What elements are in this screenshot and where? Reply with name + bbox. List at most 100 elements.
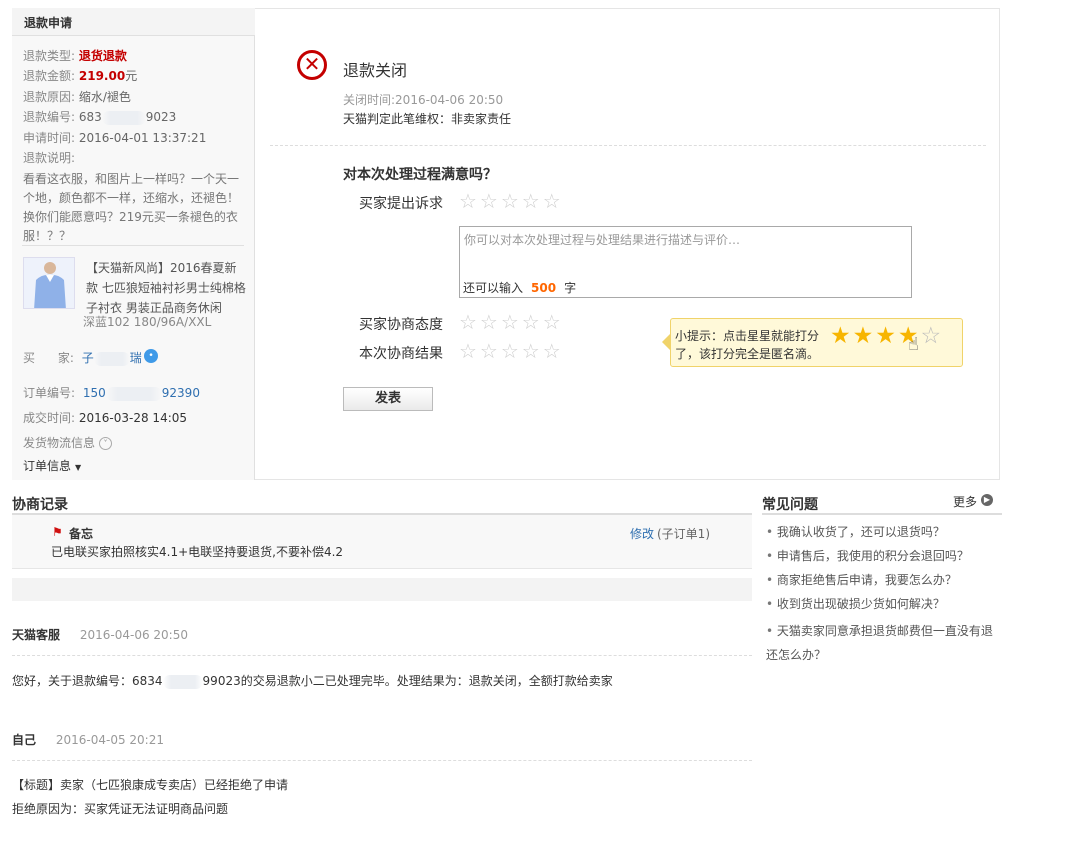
faq-more-link[interactable]: 更多 bbox=[953, 493, 977, 510]
refund-amount-unit: 元 bbox=[125, 69, 138, 83]
refund-number-prefix: 683 bbox=[78, 110, 102, 124]
redacted-mask bbox=[93, 351, 130, 366]
divider bbox=[22, 245, 244, 246]
close-status-icon: ✕ bbox=[297, 50, 327, 80]
memo-edit-link[interactable]: 修改 bbox=[630, 525, 654, 542]
survey-question: 对本次处理过程满意吗？ bbox=[343, 167, 497, 183]
faq-item[interactable]: • 天猫卖家同意承担退货邮费但一直没有退还怎么办？ bbox=[766, 619, 998, 667]
divider bbox=[12, 760, 752, 761]
divider bbox=[762, 513, 1002, 515]
deal-time-value: 2016-03-28 14:05 bbox=[78, 411, 188, 425]
faq-item-label: 天猫卖家同意承担退货邮费但一直没有退还怎么办？ bbox=[766, 624, 993, 662]
apply-time-value: 2016-04-01 13:37:21 bbox=[78, 131, 207, 145]
message-time: 2016-04-05 20:21 bbox=[55, 733, 164, 747]
char-count-value: 500 bbox=[531, 281, 557, 295]
memo-box bbox=[12, 515, 752, 569]
faq-item-label: 商家拒绝售后申请，我要怎么办？ bbox=[776, 573, 957, 587]
message-header: 自己 2016-04-05 20:21 bbox=[12, 731, 164, 748]
refund-reason-label: 退款原因: bbox=[23, 90, 76, 104]
star-rating-attitude[interactable]: ☆☆☆☆☆ bbox=[459, 310, 564, 334]
refund-type-label: 退款类型: bbox=[23, 49, 76, 63]
wangwang-chat-icon[interactable]: • bbox=[144, 349, 158, 363]
refund-description: 看看这衣服，和图片上一样吗？一个天一个地，颜色都不一样，还缩水，还褪色！换你们能… bbox=[23, 172, 240, 243]
apply-time-row: 申请时间: 2016-04-01 13:37:21 bbox=[23, 130, 206, 146]
buyer-label: 买 家: bbox=[23, 351, 74, 365]
refund-panel-header: 退款申请 bbox=[12, 8, 255, 36]
message-text-suffix: 99023的交易退款小二已处理完毕。处理结果为：退款关闭，全额打款给卖家 bbox=[202, 674, 613, 688]
refund-type-row: 退款类型: 退货退款 bbox=[23, 48, 127, 64]
redacted-mask bbox=[105, 386, 162, 401]
message-line-2: 拒绝原因为：买家凭证无法证明商品问题 bbox=[12, 802, 229, 816]
refund-panel-title: 退款申请 bbox=[24, 16, 73, 30]
status-title: 退款关闭 bbox=[343, 61, 408, 80]
star-rating-result[interactable]: ☆☆☆☆☆ bbox=[459, 339, 564, 363]
star-filled-icon: ★ bbox=[875, 323, 898, 349]
tooltip-arrow bbox=[662, 334, 670, 350]
close-time: 关闭时间:2016-04-06 20:50 bbox=[343, 93, 504, 107]
buyer-row: 买 家: 子瑞 bbox=[23, 350, 142, 366]
faq-item[interactable]: • 商家拒绝售后申请，我要怎么办？ bbox=[766, 571, 957, 588]
refund-type-value: 退货退款 bbox=[78, 49, 127, 63]
order-number-row: 订单编号: 150 92390 bbox=[23, 385, 200, 401]
deal-time-label: 成交时间: bbox=[23, 411, 76, 425]
star-empty-icon: ☆ bbox=[920, 323, 944, 349]
product-title-link[interactable]: 【天猫新风尚】2016春夏新款 七匹狼短袖衬衫男士纯棉格子衬衣 男装正品商务休闲 bbox=[86, 258, 246, 318]
order-info-toggle[interactable]: 订单信息 ▼ bbox=[23, 458, 81, 476]
refund-number-suffix: 9023 bbox=[145, 110, 177, 124]
order-number-suffix: 92390 bbox=[161, 386, 200, 400]
buyer-name-link[interactable]: 子瑞 bbox=[81, 351, 142, 366]
faq-item[interactable]: • 我确认收货了，还可以退货吗？ bbox=[766, 523, 945, 540]
star-rating-appeal[interactable]: ☆☆☆☆☆ bbox=[459, 189, 564, 213]
message-text-prefix: 您好，关于退款编号：6834 bbox=[12, 674, 163, 688]
apply-time-label: 申请时间: bbox=[23, 131, 76, 145]
refund-number-label: 退款编号: bbox=[23, 110, 76, 124]
judgement-text: 天猫判定此笔维权：非卖家责任 bbox=[343, 112, 512, 126]
faq-item-label: 我确认收货了，还可以退货吗？ bbox=[776, 525, 945, 539]
divider bbox=[12, 655, 752, 656]
memo-suborder: (子订单1) bbox=[657, 527, 710, 541]
divider bbox=[270, 145, 986, 146]
order-info-label: 订单信息 bbox=[23, 459, 72, 473]
product-thumbnail[interactable] bbox=[23, 257, 75, 309]
faq-item[interactable]: • 收到货出现破损少货如何解决？ bbox=[766, 595, 945, 612]
star-filled-icon: ★ bbox=[830, 323, 853, 349]
shirt-image bbox=[24, 258, 74, 308]
rating-label-attitude: 买家协商态度 bbox=[359, 317, 443, 333]
order-number-label: 订单编号: bbox=[23, 386, 76, 400]
records-spacer-bar bbox=[12, 578, 752, 601]
refund-amount-value: 219.00 bbox=[78, 69, 126, 83]
rating-label-appeal: 买家提出诉求 bbox=[359, 196, 443, 212]
refund-amount-label: 退款金额: bbox=[23, 69, 76, 83]
memo-text: 已电联买家拍照核实4.1+电联坚持要退货,不要补偿4.2 bbox=[51, 545, 344, 559]
order-number-prefix: 150 bbox=[82, 386, 106, 400]
redacted-mask bbox=[162, 674, 203, 689]
faq-item-label: 申请售后，我使用的积分会退回吗？ bbox=[776, 549, 969, 563]
chevron-down-icon: ˅ bbox=[99, 437, 113, 450]
message-line-1: 【标题】卖家（七匹狼康成专卖店）已经拒绝了申请 bbox=[12, 778, 289, 792]
char-counter: 还可以输入 500 字 bbox=[463, 279, 576, 296]
bullet-icon: • bbox=[766, 525, 774, 539]
faq-item[interactable]: • 申请售后，我使用的积分会退回吗？ bbox=[766, 547, 969, 564]
bullet-icon: • bbox=[766, 573, 774, 587]
logistics-toggle[interactable]: 发货物流信息 ˅ bbox=[23, 435, 113, 451]
product-sku: 深蓝102 180/96A/XXL bbox=[83, 315, 212, 329]
comment-placeholder: 你可以对本次处理过程与处理结果进行描述与评价… bbox=[464, 233, 741, 247]
rating-label-result: 本次协商结果 bbox=[359, 346, 443, 362]
message-header: 天猫客服 2016-04-06 20:50 bbox=[12, 626, 188, 643]
refund-desc-label: 退款说明: bbox=[23, 151, 76, 165]
char-count-prefix: 还可以输入 bbox=[463, 281, 524, 295]
refund-reason-value: 缩水/褪色 bbox=[78, 90, 131, 104]
hand-cursor-icon: ☝ bbox=[908, 334, 919, 355]
bullet-icon: • bbox=[766, 624, 774, 638]
memo-title: 备忘 bbox=[69, 527, 94, 541]
order-number-link[interactable]: 150 92390 bbox=[82, 386, 200, 401]
chevron-right-icon[interactable]: ▶ bbox=[981, 494, 993, 506]
refund-reason-row: 退款原因: 缩水/褪色 bbox=[23, 89, 131, 105]
faq-title: 常见问题 bbox=[762, 497, 818, 513]
bullet-icon: • bbox=[766, 549, 774, 563]
tip-star-demo: ★★★★☆ bbox=[830, 323, 943, 349]
deal-time-row: 成交时间: 2016-03-28 14:05 bbox=[23, 410, 187, 426]
bullet-icon: • bbox=[766, 597, 774, 611]
buyer-name-prefix: 子 bbox=[81, 351, 94, 365]
publish-button[interactable]: 发表 bbox=[343, 387, 433, 411]
